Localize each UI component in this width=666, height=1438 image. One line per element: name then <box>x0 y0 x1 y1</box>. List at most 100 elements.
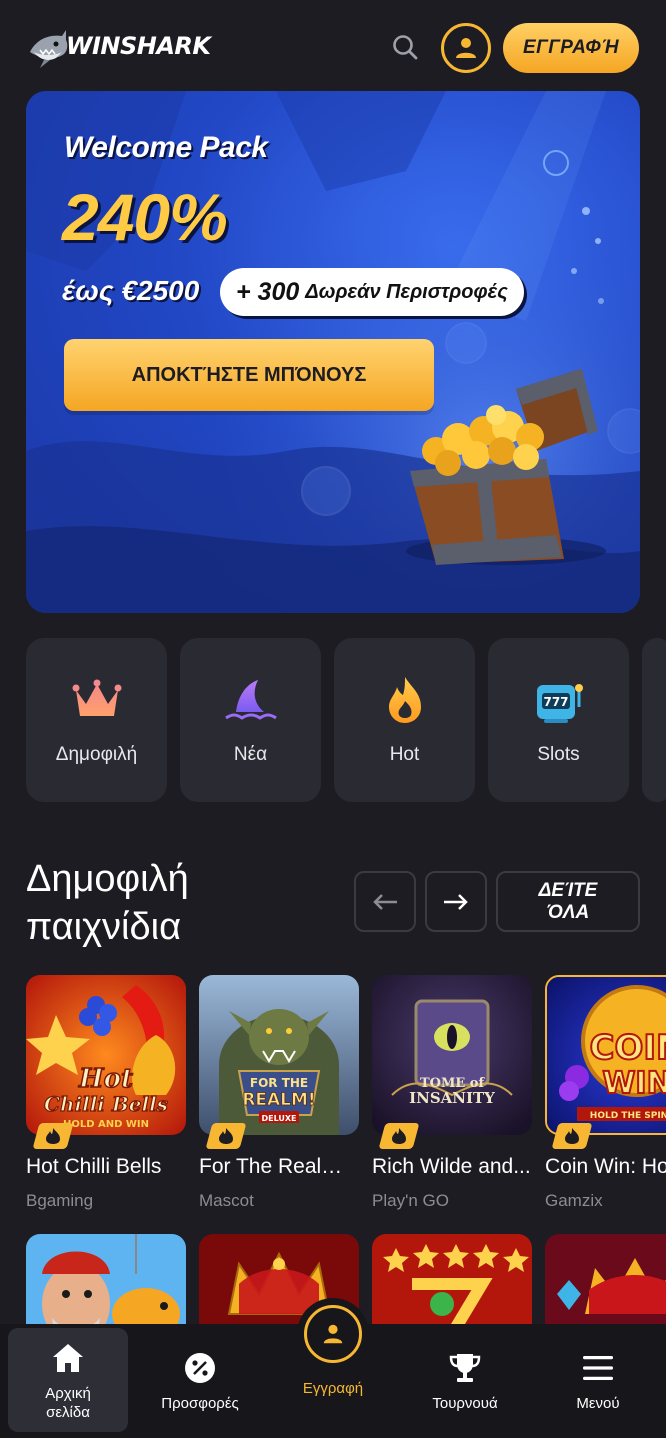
nav-home[interactable]: Αρχική σελίδα <box>8 1328 128 1432</box>
register-button[interactable]: ΕΓΓΡΑΦΉ <box>503 23 639 73</box>
game-thumbnail[interactable] <box>545 1234 666 1325</box>
hot-badge <box>205 1123 247 1149</box>
game-thumbnail[interactable] <box>26 1234 186 1325</box>
scroll-left-button[interactable] <box>354 871 416 932</box>
flame-icon <box>377 672 433 728</box>
hamburger-menu-icon <box>581 1348 615 1388</box>
game-provider: Gamzix <box>545 1191 603 1210</box>
see-all-line1: ΔΕΊΤΕ <box>538 879 598 901</box>
nav-tournaments[interactable]: Τουρνουά <box>405 1328 525 1432</box>
game-name: For The Realm ... <box>199 1155 359 1178</box>
game-card[interactable]: TOME of INSANITY Rich Wilde and... Play'… <box>372 975 532 1211</box>
game-card[interactable] <box>545 1234 666 1325</box>
category-label: Δημοφιλή <box>55 744 138 765</box>
section-title: Δημοφιλή παιχνίδια <box>26 855 326 951</box>
thumb-title-line1: COIN <box>590 1028 666 1068</box>
nav-register[interactable] <box>297 1298 369 1370</box>
flame-icon <box>46 1128 60 1144</box>
category-slots[interactable]: 777 Slots <box>488 638 629 802</box>
game-card[interactable]: COIN WIN HOLD THE SPIN Coin Win: Ho Gamz… <box>545 975 666 1211</box>
section-title-line2: παιχνίδια <box>26 906 182 948</box>
slot-machine-icon: 777 <box>531 672 587 728</box>
nav-home-label-line2: σελίδα <box>46 1404 90 1421</box>
category-label: Hot <box>389 744 420 765</box>
section-title-line1: Δημοφιλή <box>26 858 189 900</box>
see-all-button[interactable]: ΔΕΊΤΕ ΌΛΑ <box>496 871 640 932</box>
nav-promotions[interactable]: Προσφορές <box>140 1328 260 1432</box>
crown-icon <box>69 672 125 728</box>
nav-tournaments-label: Τουρνουά <box>432 1394 498 1412</box>
hot-badge <box>378 1123 420 1149</box>
game-thumbnail[interactable] <box>372 1234 532 1325</box>
trophy-icon <box>448 1348 482 1388</box>
bottom-navigation: Αρχική σελίδα Προσφορές Εγγραφή Τουρνουά… <box>0 1298 666 1438</box>
hot-badge <box>32 1123 74 1149</box>
scroll-right-button[interactable] <box>425 871 487 932</box>
category-more-partial[interactable] <box>642 638 666 802</box>
game-provider: Mascot <box>199 1191 254 1210</box>
thumb-subtitle: HOLD THE SPIN <box>590 1111 666 1121</box>
logo-text: WINSHARK <box>66 32 211 60</box>
game-thumbnail[interactable]: COIN WIN HOLD THE SPIN <box>545 975 666 1135</box>
header: WINSHARK ΕΓΓΡΑΦΉ <box>0 0 666 92</box>
promo-banner[interactable]: Welcome Pack 240% έως €2500 + 300 Δωρεάν… <box>26 91 640 613</box>
search-button[interactable] <box>388 30 422 64</box>
nav-menu[interactable]: Μενού <box>538 1328 658 1432</box>
see-all-line2: ΌΛΑ <box>546 901 590 923</box>
search-icon <box>393 35 418 60</box>
nav-menu-label: Μενού <box>576 1394 620 1412</box>
game-provider: Bgaming <box>26 1191 94 1210</box>
game-name: Hot Chilli Bells <box>26 1155 162 1178</box>
game-thumbnail[interactable]: TOME of INSANITY <box>372 975 532 1135</box>
game-card[interactable]: FOR THE REALM! DELUXE For The Realm ... … <box>199 975 359 1211</box>
thumb-title-line2: REALM! <box>242 1090 315 1110</box>
user-icon <box>323 1324 343 1344</box>
thumb-title-line1: Hot <box>78 1064 133 1094</box>
thumb-title-line2: Chilli Bells <box>44 1092 168 1116</box>
game-thumbnail[interactable]: Hot Chilli Bells HOLD AND WIN <box>26 975 186 1135</box>
thumb-title-line1: FOR THE <box>250 1076 308 1090</box>
category-label: Slots <box>537 744 580 765</box>
banner-upto: έως €2500 <box>62 275 200 306</box>
thumb-subtitle: HOLD AND WIN <box>63 1119 149 1130</box>
home-icon <box>51 1338 85 1378</box>
logo[interactable]: WINSHARK <box>26 22 211 70</box>
login-button[interactable] <box>441 23 491 73</box>
flame-icon <box>565 1128 579 1144</box>
category-new[interactable]: Νέα <box>180 638 321 802</box>
nav-register-label[interactable]: Εγγραφή <box>283 1380 383 1397</box>
thumb-title-line2: INSANITY <box>409 1089 495 1107</box>
game-card[interactable]: Hot Chilli Bells HOLD AND WIN Hot Chilli… <box>26 975 186 1211</box>
get-bonus-button[interactable]: ΑΠΟΚΤΉΣΤΕ ΜΠΌΝΟΥΣ <box>64 339 434 411</box>
game-thumbnail[interactable]: FOR THE REALM! DELUXE <box>199 975 359 1135</box>
game-card[interactable] <box>26 1234 186 1325</box>
shark-fin-icon <box>223 672 279 728</box>
thumb-title-line2: WIN <box>602 1066 666 1101</box>
user-icon <box>456 38 476 58</box>
free-spins-text: Δωρεάν Περιστροφές <box>305 280 508 303</box>
category-hot[interactable]: Hot <box>334 638 475 802</box>
banner-title: Welcome Pack <box>64 131 268 164</box>
category-popular[interactable]: Δημοφιλή <box>26 638 167 802</box>
arrow-left-icon <box>373 893 397 910</box>
percent-icon <box>184 1348 216 1388</box>
games-carousel: Hot Chilli Bells HOLD AND WIN Hot Chilli… <box>26 975 666 1325</box>
flame-icon <box>392 1128 406 1144</box>
game-provider: Play'n GO <box>372 1191 449 1210</box>
banner-percent: 240% <box>62 180 228 254</box>
category-row: Δημοφιλή Νέα Hot 777 Slots <box>26 638 666 802</box>
free-spins-pill: + 300 Δωρεάν Περιστροφές <box>220 268 524 316</box>
category-label: Νέα <box>233 744 268 765</box>
treasure-chest-icon <box>406 369 606 565</box>
nav-home-label-line1: Αρχική <box>45 1385 91 1402</box>
game-name: Coin Win: Ho <box>545 1155 666 1178</box>
hot-badge <box>551 1123 593 1149</box>
nav-promotions-label: Προσφορές <box>161 1394 239 1412</box>
flame-icon <box>219 1128 233 1144</box>
arrow-right-icon <box>444 893 468 910</box>
free-spins-number: + 300 <box>236 277 300 306</box>
game-name: Rich Wilde and... <box>372 1155 531 1178</box>
game-card[interactable] <box>372 1234 532 1325</box>
svg-text:777: 777 <box>543 695 568 709</box>
shark-logo-icon <box>30 30 68 68</box>
